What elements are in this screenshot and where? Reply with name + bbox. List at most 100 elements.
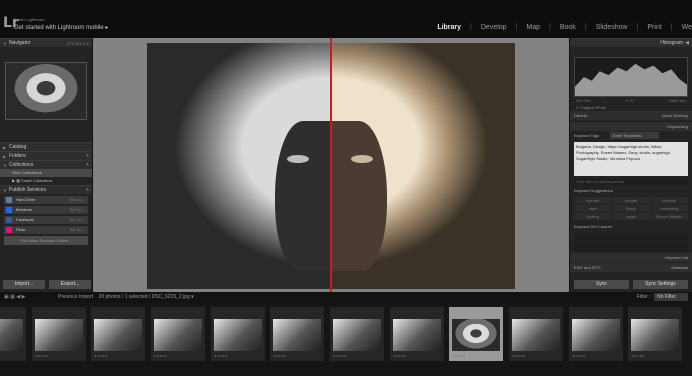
quick-develop-preset[interactable]: Default bbox=[574, 113, 587, 118]
filmstrip-thumbnail[interactable]: ★★★★★ bbox=[628, 307, 682, 361]
filmstrip-nav-icons[interactable]: ▣ ▦ ◀ ▶ bbox=[4, 292, 25, 302]
keyword-list-header[interactable]: Keyword List bbox=[570, 253, 692, 262]
filmstrip-summary[interactable]: 20 photos / 1 selected / DSC_6215_2.jpg … bbox=[99, 294, 194, 300]
collection-smart[interactable]: ▶ ▦ Smart Collections bbox=[0, 177, 92, 185]
face-right-color bbox=[331, 121, 387, 271]
service-setup-link[interactable]: Set Up... bbox=[69, 206, 85, 214]
sync-settings-button[interactable]: Sync Settings bbox=[633, 280, 688, 289]
publish-services-header[interactable]: ▼ Publish Services + bbox=[0, 185, 92, 194]
service-setup-link[interactable]: Set Up... bbox=[69, 226, 85, 234]
metadata-preset[interactable]: EXIF and IPTC bbox=[574, 265, 601, 270]
keyword-suggestion[interactable]: competing bbox=[650, 205, 688, 212]
thumbnail-image bbox=[35, 319, 83, 351]
quick-develop-header[interactable]: Default Quick Develop bbox=[570, 111, 692, 120]
sync-bar: Sync Sync Settings bbox=[574, 280, 688, 289]
keyword-suggestion[interactable]: surfing bbox=[574, 213, 612, 220]
split-divider-handle[interactable] bbox=[330, 38, 332, 292]
filmstrip-thumbnail[interactable]: ★★★★★ bbox=[91, 307, 145, 361]
publish-service-hard-drive[interactable]: Hard Drive Set Up... bbox=[4, 196, 88, 204]
module-map[interactable]: Map bbox=[526, 24, 540, 31]
expand-icon: ▶ bbox=[3, 145, 7, 150]
keyword-suggestion[interactable]: people bbox=[612, 197, 650, 204]
aperture-readout: f / 8 bbox=[626, 98, 633, 103]
star-rating[interactable]: ★★★★★ bbox=[273, 354, 286, 358]
service-icon bbox=[6, 227, 12, 233]
keyword-suggestion[interactable]: man bbox=[574, 205, 612, 212]
keywording-header[interactable]: Keywording bbox=[570, 122, 692, 131]
filmstrip-thumbnail[interactable]: ★★★★★ bbox=[32, 307, 86, 361]
filmstrip-thumbnail[interactable]: ★★★★★ bbox=[211, 307, 265, 361]
navigator-header[interactable]: ▼ Navigator FIT FILL 1:1 bbox=[0, 38, 92, 47]
filmstrip-thumbnail[interactable]: ★★★★★ bbox=[569, 307, 623, 361]
histogram-curve bbox=[575, 63, 687, 96]
quick-develop-title: Quick Develop bbox=[661, 113, 688, 118]
add-keywords-input[interactable]: Click here to add keywords bbox=[574, 178, 688, 185]
publish-service-facebook[interactable]: Facebook Set Up... bbox=[4, 216, 88, 224]
keyword-suggestion[interactable]: sugar bbox=[612, 213, 650, 220]
collection-filter[interactable]: Filter Collections bbox=[0, 169, 92, 177]
catalog-header[interactable]: ▶ Catalog bbox=[0, 142, 92, 151]
navigator-preview[interactable] bbox=[5, 62, 87, 120]
star-rating[interactable]: ★★★★★ bbox=[631, 354, 644, 358]
publish-services-list: Hard Drive Set Up... Behance Set Up... Faceb… bbox=[0, 196, 92, 234]
collections-header[interactable]: ▼ Collections + bbox=[0, 160, 92, 169]
module-library[interactable]: Library bbox=[437, 24, 461, 31]
service-label: Behance bbox=[16, 207, 32, 212]
publish-services-title: Publish Services bbox=[9, 187, 46, 193]
filmstrip-source[interactable]: Previous Import bbox=[58, 294, 93, 300]
iso-readout: ISO 200 bbox=[576, 98, 591, 103]
thumbnail-image bbox=[333, 319, 381, 351]
keyword-set-dropdown[interactable]: Custom bbox=[598, 223, 612, 230]
star-rating[interactable]: ★★★★★ bbox=[35, 354, 48, 358]
filmstrip-thumbnail[interactable]: ★★★★★ bbox=[330, 307, 384, 361]
folders-header[interactable]: ▶ Folders + bbox=[0, 151, 92, 160]
zoom-options[interactable]: FIT FILL 1:1 bbox=[67, 39, 89, 47]
add-icon[interactable]: + bbox=[86, 186, 89, 194]
keyword-suggestion[interactable]: Rosen Mateev bbox=[650, 213, 688, 220]
sync-button[interactable]: Sync bbox=[574, 280, 629, 289]
metadata-header[interactable]: EXIF and IPTC Metadata bbox=[570, 263, 692, 272]
keyword-suggestion[interactable]: living bbox=[612, 205, 650, 212]
publish-service-flickr[interactable]: Flickr Set Up... bbox=[4, 226, 88, 234]
publish-service-behance[interactable]: Behance Set Up... bbox=[4, 206, 88, 214]
thumbnail-image bbox=[154, 319, 202, 351]
filmstrip-info: Previous Import 20 photos / 1 selected /… bbox=[58, 292, 194, 302]
service-setup-link[interactable]: Set Up... bbox=[69, 196, 85, 204]
filmstrip-thumbnail[interactable]: ★★★★★ bbox=[390, 307, 444, 361]
service-setup-link[interactable]: Set Up... bbox=[69, 216, 85, 224]
histogram-title: Histogram bbox=[660, 40, 683, 46]
star-rating[interactable]: ★★★★★ bbox=[214, 354, 227, 358]
keywords-textarea[interactable]: Bulgaria, Design, https://sugarhigh.stud… bbox=[574, 142, 688, 176]
keyword-tags-dropdown[interactable]: Enter Keywords bbox=[610, 132, 660, 139]
keyword-suggestion[interactable]: carnival bbox=[650, 197, 688, 204]
module-develop[interactable]: Develop bbox=[481, 24, 507, 31]
filmstrip-thumbnail[interactable]: ★★★★★ bbox=[270, 307, 324, 361]
module-slideshow[interactable]: Slideshow bbox=[596, 24, 628, 31]
add-icon[interactable]: + bbox=[86, 161, 89, 169]
star-rating[interactable]: ★★★★★ bbox=[94, 354, 107, 358]
filter-dropdown[interactable]: No Filter bbox=[654, 293, 688, 301]
star-rating[interactable]: ★★★★★ bbox=[452, 354, 465, 358]
get-started-link[interactable]: Get started with Lightroom mobile ▸ bbox=[14, 24, 108, 31]
star-rating[interactable]: ★★★★★ bbox=[154, 354, 167, 358]
filmstrip-thumbnail[interactable]: ★★★★★ bbox=[449, 307, 503, 361]
find-more-services-button[interactable]: Find More Services Online... bbox=[4, 236, 88, 245]
filter-label: Filter : bbox=[636, 294, 651, 300]
star-rating[interactable]: ★★★★★ bbox=[512, 354, 525, 358]
histogram-header[interactable]: Histogram ◀ bbox=[570, 38, 692, 47]
add-icon[interactable]: + bbox=[86, 152, 89, 160]
import-button[interactable]: Import... bbox=[3, 280, 45, 289]
filmstrip-thumbnail[interactable]: ★★★★★ bbox=[151, 307, 205, 361]
module-we[interactable]: We bbox=[682, 24, 692, 31]
filmstrip-thumbnail[interactable]: ★★★★★ bbox=[0, 307, 26, 361]
module-book[interactable]: Book bbox=[560, 24, 576, 31]
star-rating[interactable]: ★★★★★ bbox=[393, 354, 406, 358]
filmstrip-thumbnail[interactable]: ★★★★★ bbox=[509, 307, 563, 361]
service-label: Facebook bbox=[16, 217, 34, 222]
star-rating[interactable]: ★★★★★ bbox=[333, 354, 346, 358]
service-icon bbox=[6, 197, 12, 203]
keyword-suggestion[interactable]: woman bbox=[574, 197, 612, 204]
module-print[interactable]: Print bbox=[647, 24, 661, 31]
export-button[interactable]: Export... bbox=[49, 280, 91, 289]
star-rating[interactable]: ★★★★★ bbox=[572, 354, 585, 358]
